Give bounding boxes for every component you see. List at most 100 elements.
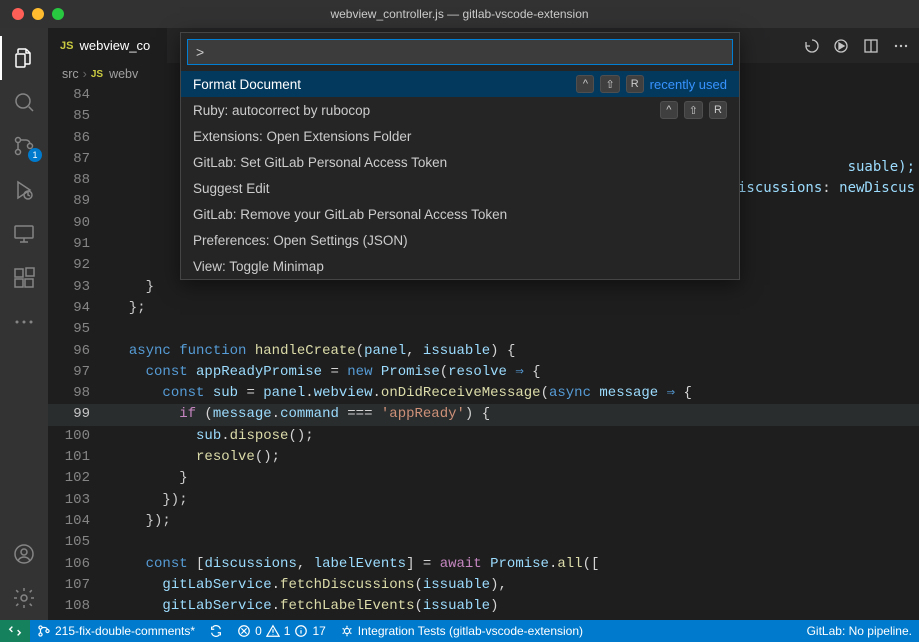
code-line[interactable]: 94 }; [48, 298, 919, 319]
activity-bar: 1 [0, 28, 48, 620]
breadcrumb-segment[interactable]: src [62, 67, 79, 81]
code-fragment: suable); [848, 159, 915, 175]
split-editor-icon[interactable] [863, 38, 879, 54]
warning-count: 1 [284, 624, 291, 638]
editor-tab[interactable]: JS webview_co [48, 28, 168, 63]
code-content: }; [112, 298, 919, 319]
debug-target-label: Integration Tests (gitlab-vscode-extensi… [358, 624, 583, 638]
code-content: }); [112, 490, 919, 511]
recently-used-hint: recently used [650, 77, 727, 92]
code-content: const sub = panel.webview.onDidReceiveMe… [112, 383, 919, 404]
more-actions-icon[interactable] [893, 38, 909, 54]
git-branch-status[interactable]: 215-fix-double-comments* [30, 620, 202, 642]
command-palette-item[interactable]: Ruby: autocorrect by rubocop^⇧R [181, 97, 739, 123]
code-line[interactable]: 108 gitLabService.fetchLabelEvents(issua… [48, 596, 919, 617]
line-number: 98 [48, 383, 112, 404]
titlebar: webview_controller.js — gitlab-vscode-ex… [0, 0, 919, 28]
code-line[interactable]: 102 } [48, 468, 919, 489]
command-label: Format Document [193, 77, 568, 92]
code-line[interactable]: 98 const sub = panel.webview.onDidReceiv… [48, 383, 919, 404]
remote-indicator[interactable] [0, 620, 30, 642]
code-fragment: iscussions: newDiscus [738, 180, 915, 196]
go-back-icon[interactable] [803, 38, 819, 54]
keybinding-key: ⇧ [684, 101, 703, 119]
command-palette-item[interactable]: Suggest Edit [181, 175, 739, 201]
maximize-window-button[interactable] [52, 8, 64, 20]
command-palette-item[interactable]: GitLab: Remove your GitLab Personal Acce… [181, 201, 739, 227]
command-label: Preferences: Open Settings (JSON) [193, 233, 719, 248]
code-line[interactable]: 97 const appReadyPromise = new Promise(r… [48, 362, 919, 383]
code-content: } [112, 468, 919, 489]
problems-status[interactable]: 0 1 17 [230, 620, 333, 642]
open-changes-icon[interactable] [833, 38, 849, 54]
line-number: 97 [48, 362, 112, 383]
source-control-icon[interactable]: 1 [0, 124, 48, 168]
command-palette-item[interactable]: Format Document^⇧Rrecently used [181, 71, 739, 97]
line-number: 106 [48, 554, 112, 575]
tab-label: webview_co [79, 38, 150, 53]
settings-gear-icon[interactable] [0, 576, 48, 620]
close-window-button[interactable] [12, 8, 24, 20]
status-bar: 215-fix-double-comments* 0 1 17 Integrat… [0, 620, 919, 642]
remote-explorer-icon[interactable] [0, 212, 48, 256]
keybinding-key: R [626, 75, 644, 93]
command-label: GitLab: Remove your GitLab Personal Acce… [193, 207, 719, 222]
code-content: const [discussions, labelEvents] = await… [112, 554, 919, 575]
command-label: View: Toggle Minimap [193, 259, 719, 274]
gitlab-status-label: GitLab: No pipeline. [807, 624, 912, 638]
command-palette-item[interactable]: Preferences: Open Settings (JSON) [181, 227, 739, 253]
extensions-icon[interactable] [0, 256, 48, 300]
code-content: resolve(); [112, 447, 919, 468]
js-file-icon: JS [91, 69, 103, 80]
code-content: gitLabService.fetchLabelEvents(issuable) [112, 596, 919, 617]
code-content: sub.dispose(); [112, 426, 919, 447]
code-line[interactable]: 104 }); [48, 511, 919, 532]
code-line[interactable]: 96 async function handleCreate(panel, is… [48, 341, 919, 362]
breadcrumb-segment[interactable]: webv [109, 67, 138, 81]
command-label: Ruby: autocorrect by rubocop [193, 103, 652, 118]
code-line[interactable]: 106 const [discussions, labelEvents] = a… [48, 554, 919, 575]
line-number: 89 [48, 191, 112, 212]
line-number: 101 [48, 447, 112, 468]
line-number: 99 [48, 404, 112, 425]
line-number: 86 [48, 128, 112, 149]
line-number: 104 [48, 511, 112, 532]
search-icon[interactable] [0, 80, 48, 124]
line-number: 96 [48, 341, 112, 362]
code-content: }); [112, 511, 919, 532]
code-line[interactable]: 95 [48, 319, 919, 340]
scm-badge: 1 [28, 148, 42, 162]
line-number: 102 [48, 468, 112, 489]
command-palette-item[interactable]: Extensions: Open Extensions Folder [181, 123, 739, 149]
command-palette-input[interactable] [187, 39, 733, 65]
chevron-right-icon: › [83, 67, 87, 81]
code-line[interactable]: 105 [48, 532, 919, 553]
line-number: 103 [48, 490, 112, 511]
code-line[interactable]: 107 gitLabService.fetchDiscussions(issua… [48, 575, 919, 596]
gitlab-pipeline-status[interactable]: GitLab: No pipeline. [800, 624, 919, 638]
line-number: 108 [48, 596, 112, 617]
sync-status[interactable] [202, 620, 230, 642]
info-count: 17 [312, 624, 325, 638]
line-number: 88 [48, 170, 112, 191]
command-palette-item[interactable]: GitLab: Set GitLab Personal Access Token [181, 149, 739, 175]
run-debug-icon[interactable] [0, 168, 48, 212]
more-icon[interactable] [0, 300, 48, 344]
command-palette-item[interactable]: View: Toggle Minimap [181, 253, 739, 279]
debug-target[interactable]: Integration Tests (gitlab-vscode-extensi… [333, 620, 590, 642]
accounts-icon[interactable] [0, 532, 48, 576]
code-line[interactable]: 101 resolve(); [48, 447, 919, 468]
keybinding-key: ^ [576, 75, 594, 93]
code-line[interactable]: 100 sub.dispose(); [48, 426, 919, 447]
code-line[interactable]: 99 if (message.command === 'appReady') { [48, 404, 919, 425]
code-content: async function handleCreate(panel, issua… [112, 341, 919, 362]
minimize-window-button[interactable] [32, 8, 44, 20]
command-label: GitLab: Set GitLab Personal Access Token [193, 155, 719, 170]
explorer-icon[interactable] [0, 36, 48, 80]
command-label: Suggest Edit [193, 181, 719, 196]
line-number: 90 [48, 213, 112, 234]
line-number: 100 [48, 426, 112, 447]
code-line[interactable]: 103 }); [48, 490, 919, 511]
error-count: 0 [255, 624, 262, 638]
command-palette: Format Document ^ ⇧ Rrecently used Ruby: aut… [180, 32, 740, 280]
